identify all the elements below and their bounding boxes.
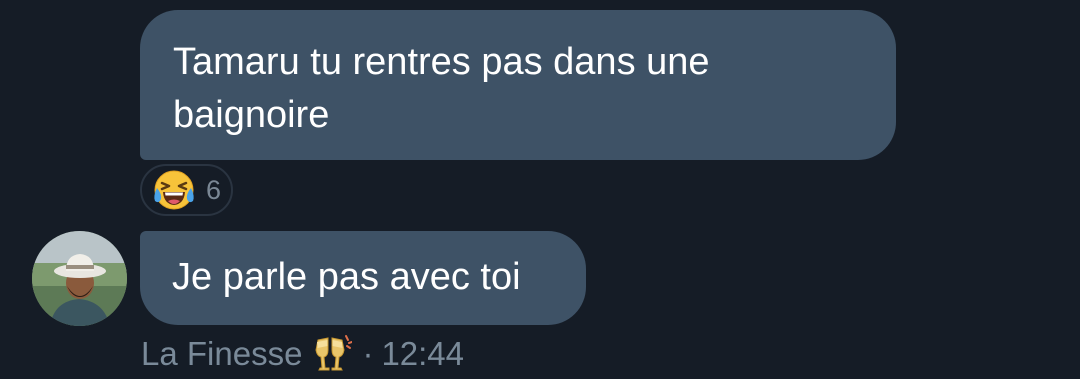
message-text: Je parle pas avec toi — [172, 256, 521, 298]
message-text-line: baignoire — [173, 94, 330, 136]
reaction-chip[interactable]: 6 — [140, 164, 233, 216]
meta-separator: · — [362, 335, 374, 372]
clinking-glasses-icon — [315, 335, 353, 371]
message-text-line: Tamaru tu rentres pas dans une — [173, 41, 710, 83]
dm-conversation: Tamaru tu rentres pas dans une baignoire… — [0, 0, 1080, 379]
message-meta: La Finesse · 12:44 — [141, 333, 464, 375]
avatar-image — [32, 231, 127, 326]
message-bubble[interactable]: Je parle pas avec toi — [140, 231, 586, 325]
avatar[interactable] — [32, 231, 127, 326]
face-with-tears-of-joy-icon — [154, 170, 194, 210]
sender-name[interactable]: La Finesse — [141, 335, 302, 373]
message-time: 12:44 — [381, 335, 465, 372]
message-bubble[interactable]: Tamaru tu rentres pas dans une baignoire — [140, 10, 896, 160]
reaction-count: 6 — [206, 174, 222, 205]
